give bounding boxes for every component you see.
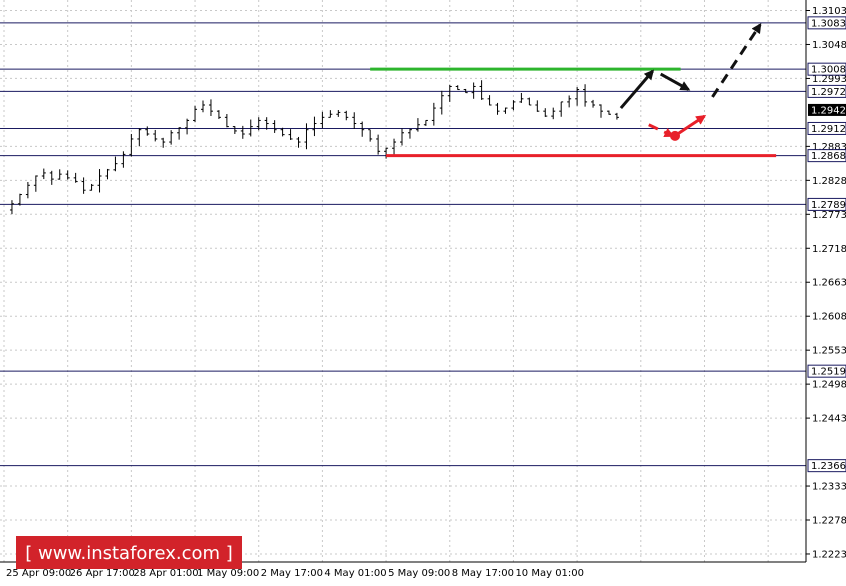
y-tick-label: 1.2718 (812, 244, 846, 255)
y-tick-label: 1.3103 (812, 6, 846, 17)
grid (0, 0, 806, 562)
level-tag-label: 1.2789 (811, 200, 846, 211)
forecast-arrow (675, 114, 707, 136)
level-tag-label: 1.3008 (811, 65, 846, 76)
axes (0, 0, 807, 563)
candles (9, 80, 619, 215)
chart-svg: 25 Apr 09:0026 Apr 17:0028 Apr 01:001 Ma… (0, 0, 846, 579)
y-tick-label: 1.3048 (812, 40, 846, 51)
y-tick-label: 1.2498 (812, 380, 846, 391)
y-tick-label: 1.2223 (812, 549, 846, 560)
x-tick-label: 4 May 01:00 (324, 568, 386, 579)
level-tag-label: 1.2366 (811, 461, 846, 472)
level-tag-label: 1.3083 (811, 18, 846, 29)
x-ticks: 25 Apr 09:0026 Apr 17:0028 Apr 01:001 Ma… (6, 568, 584, 579)
forecast-arrow (659, 72, 691, 91)
x-tick-label: 25 Apr 09:00 (6, 568, 71, 579)
x-tick-label: 8 May 17:00 (452, 568, 514, 579)
forecast-arrow (711, 23, 762, 98)
y-ticks: 1.31031.30481.29931.28831.28281.27731.27… (806, 6, 846, 560)
chart-root: 25 Apr 09:00 26 Apr 17:00 28 Apr 01:00 1 Ma… (0, 0, 846, 586)
x-tick-label: 28 Apr 01:00 (133, 568, 198, 579)
watermark-text: [ www.instaforex.com ] (25, 543, 233, 564)
y-tick-label: 1.2663 (812, 278, 846, 289)
y-tick-label: 1.2333 (812, 482, 846, 493)
y-tick-label: 1.2828 (812, 176, 846, 187)
level-tag-label: 1.2912 (811, 124, 846, 135)
y-tick-label: 1.2443 (812, 414, 846, 425)
x-tick-label: 1 May 09:00 (197, 568, 259, 579)
level-tag-label: 1.2519 (811, 367, 846, 378)
forecast-arrow (648, 123, 675, 138)
x-tick-label: 2 May 17:00 (261, 568, 323, 579)
y-tick-label: 1.2553 (812, 346, 846, 357)
bounce-point (670, 130, 681, 141)
y-tick-label: 1.2278 (812, 516, 846, 527)
watermark: [ www.instaforex.com ] (16, 536, 242, 569)
level-tag-label: 1.2972 (811, 87, 846, 98)
level-tag-label: 1.2868 (811, 151, 846, 162)
x-tick-label: 10 May 01:00 (515, 568, 584, 579)
y-tick-label: 1.2773 (812, 210, 846, 221)
x-tick-label: 26 Apr 17:00 (70, 568, 135, 579)
y-tick-label: 1.2608 (812, 312, 846, 323)
forecast-arrow (619, 69, 655, 110)
current-price-label: 1.2942 (811, 105, 846, 116)
x-tick-label: 5 May 09:00 (388, 568, 450, 579)
